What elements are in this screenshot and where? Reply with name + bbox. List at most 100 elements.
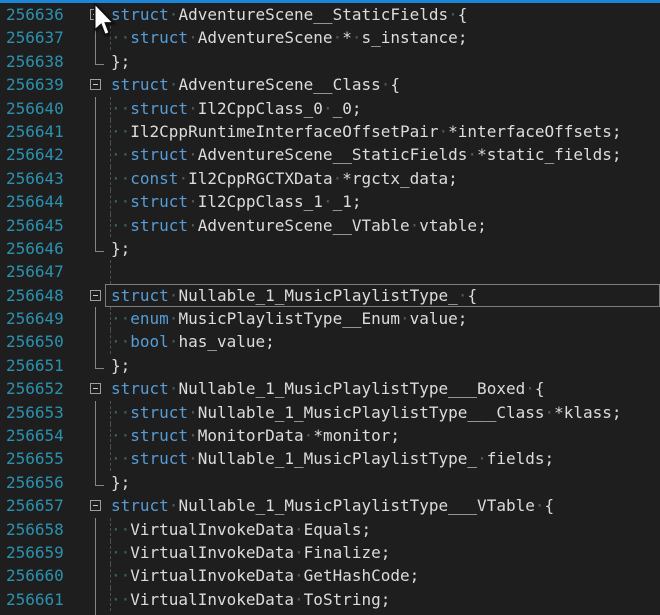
code-text[interactable]: ··struct·Il2CppClass_0·_0;: [105, 97, 660, 120]
fold-margin[interactable]: [89, 354, 105, 377]
fold-margin[interactable]: [89, 73, 105, 96]
code-text[interactable]: ··struct·MonitorData·*monitor;: [105, 424, 660, 447]
code-text[interactable]: ··Il2CppRuntimeInterfaceOffsetPair·*inte…: [105, 120, 660, 143]
line-number: 256652: [0, 377, 89, 400]
code-text[interactable]: ··struct·AdventureScene__StaticFields·*s…: [105, 143, 660, 166]
code-text[interactable]: };: [105, 354, 660, 377]
fold-margin[interactable]: [89, 401, 105, 424]
fold-margin[interactable]: [89, 447, 105, 470]
fold-margin[interactable]: [89, 518, 105, 541]
code-line[interactable]: 256638};: [0, 50, 660, 73]
whitespace-dot: ·: [381, 75, 391, 94]
code-line[interactable]: 256645 ··struct·AdventureScene__VTable·vt…: [0, 214, 660, 237]
code-editor-viewport[interactable]: 256636struct·AdventureScene__StaticField…: [0, 3, 660, 615]
fold-margin[interactable]: [89, 494, 105, 517]
code-text[interactable]: ··struct·AdventureScene__VTable·vtable;: [105, 214, 660, 237]
code-text[interactable]: struct·Nullable_1_MusicPlaylistType___Bo…: [105, 377, 660, 400]
code-line[interactable]: 256653··struct·Nullable_1_MusicPlaylistT…: [0, 401, 660, 424]
code-line[interactable]: 256652 struct·Nullable_1_MusicPlaylistTyp…: [0, 377, 660, 400]
code-text[interactable]: ··struct·Il2CppClass_1·_1;: [105, 190, 660, 213]
code-line[interactable]: 256641··Il2CppRuntimeInterfaceOffsetPair…: [0, 120, 660, 143]
code-line[interactable]: 256644 ··struct·Il2CppClass_1·_1;: [0, 190, 660, 213]
code-text[interactable]: };: [105, 50, 660, 73]
code-text[interactable]: ··VirtualInvokeData·Finalize;: [105, 541, 660, 564]
fold-collapse-icon[interactable]: [90, 290, 101, 301]
fold-extent-tick: [95, 251, 104, 252]
fold-margin[interactable]: [89, 143, 105, 166]
code-text[interactable]: [105, 260, 660, 283]
fold-margin[interactable]: [89, 588, 105, 611]
fold-margin[interactable]: [89, 260, 105, 283]
code-text[interactable]: };: [105, 471, 660, 494]
fold-margin[interactable]: [89, 120, 105, 143]
code-text[interactable]: ··struct·Nullable_1_MusicPlaylistType___…: [105, 401, 660, 424]
code-text[interactable]: struct·Nullable_1_MusicPlaylistType___VT…: [105, 494, 660, 517]
fold-margin[interactable]: [89, 471, 105, 494]
fold-margin[interactable]: [89, 424, 105, 447]
indent-guide-line: [110, 541, 111, 564]
code-text[interactable]: ··VirtualInvokeData·ToString;: [105, 588, 660, 611]
code-text[interactable]: ··struct·AdventureScene·*·s_instance;: [105, 26, 660, 49]
fold-margin[interactable]: [89, 330, 105, 353]
code-line[interactable]: 256651};: [0, 354, 660, 377]
fold-margin[interactable]: [89, 97, 105, 120]
code-line[interactable]: 256661··VirtualInvokeData·ToString;: [0, 588, 660, 611]
fold-margin[interactable]: [89, 284, 105, 307]
code-text[interactable]: struct·AdventureScene__StaticFields·{: [105, 3, 660, 26]
fold-collapse-icon[interactable]: [90, 500, 101, 511]
fold-extent-line: [95, 214, 96, 237]
fold-margin[interactable]: [89, 237, 105, 260]
fold-margin[interactable]: [89, 564, 105, 587]
code-line[interactable]: 256642··struct·AdventureScene__StaticFie…: [0, 143, 660, 166]
code-text[interactable]: ··bool·has_value;: [105, 330, 660, 353]
code-line[interactable]: 256650··bool·has_value;: [0, 330, 660, 353]
code-text[interactable]: struct·Nullable_1_MusicPlaylistType_·{: [105, 284, 660, 307]
code-line[interactable]: 256643··const·Il2CppRGCTXData·*rgctx_dat…: [0, 167, 660, 190]
code-line[interactable]: 256656};: [0, 471, 660, 494]
fold-collapse-icon[interactable]: [90, 383, 101, 394]
fold-margin[interactable]: [89, 377, 105, 400]
whitespace-dot: ··: [111, 332, 130, 351]
fold-collapse-icon[interactable]: [90, 79, 101, 90]
code-token: _0;: [333, 99, 362, 118]
code-line[interactable]: 256640··struct·Il2CppClass_0·_0;: [0, 97, 660, 120]
code-line[interactable]: 256659··VirtualInvokeData·Finalize;: [0, 541, 660, 564]
fold-margin[interactable]: [89, 307, 105, 330]
line-number: 256645: [0, 214, 89, 237]
code-line[interactable]: };: [0, 611, 660, 615]
code-text[interactable]: ··enum·MusicPlaylistType__Enum·value;: [105, 307, 660, 330]
fold-extent-tick: [95, 485, 104, 486]
code-text[interactable]: };: [105, 611, 660, 615]
keyword-token: struct: [111, 286, 169, 305]
code-line[interactable]: 256660··VirtualInvokeData·GetHashCode;: [0, 564, 660, 587]
fold-margin[interactable]: [89, 611, 105, 615]
code-text[interactable]: };: [105, 237, 660, 260]
whitespace-dot: ·: [467, 145, 477, 164]
fold-margin[interactable]: [89, 50, 105, 73]
code-line[interactable]: 256649··enum·MusicPlaylistType__Enum·val…: [0, 307, 660, 330]
fold-margin[interactable]: [89, 214, 105, 237]
whitespace-dot: ··: [111, 426, 130, 445]
whitespace-dot: ·: [169, 286, 179, 305]
fold-extent-line: [95, 190, 96, 213]
code-text[interactable]: ··VirtualInvokeData·GetHashCode;: [105, 564, 660, 587]
code-line[interactable]: 256648struct·Nullable_1_MusicPlaylistTyp…: [0, 284, 660, 307]
code-line[interactable]: 256639struct·AdventureScene__Class·{: [0, 73, 660, 96]
fold-margin[interactable]: [89, 167, 105, 190]
whitespace-dot: ··: [111, 169, 130, 188]
code-line[interactable]: 256655··struct·Nullable_1_MusicPlaylistT…: [0, 447, 660, 470]
code-text[interactable]: ··VirtualInvokeData·Equals;: [105, 518, 660, 541]
code-line[interactable]: 256658··VirtualInvokeData·Equals;: [0, 518, 660, 541]
code-text[interactable]: ··const·Il2CppRGCTXData·*rgctx_data;: [105, 167, 660, 190]
code-text[interactable]: ··struct·Nullable_1_MusicPlaylistType_·f…: [105, 447, 660, 470]
code-line[interactable]: 256654··struct·MonitorData·*monitor;: [0, 424, 660, 447]
fold-margin[interactable]: [89, 190, 105, 213]
line-number: 256644: [0, 190, 89, 213]
code-line[interactable]: 256646};: [0, 237, 660, 260]
code-text[interactable]: struct·AdventureScene__Class·{: [105, 73, 660, 96]
code-line[interactable]: 256647: [0, 260, 660, 283]
code-line[interactable]: 256657struct·Nullable_1_MusicPlaylistTyp…: [0, 494, 660, 517]
line-number: 256647: [0, 260, 89, 283]
code-token: };: [111, 239, 130, 258]
fold-margin[interactable]: [89, 541, 105, 564]
